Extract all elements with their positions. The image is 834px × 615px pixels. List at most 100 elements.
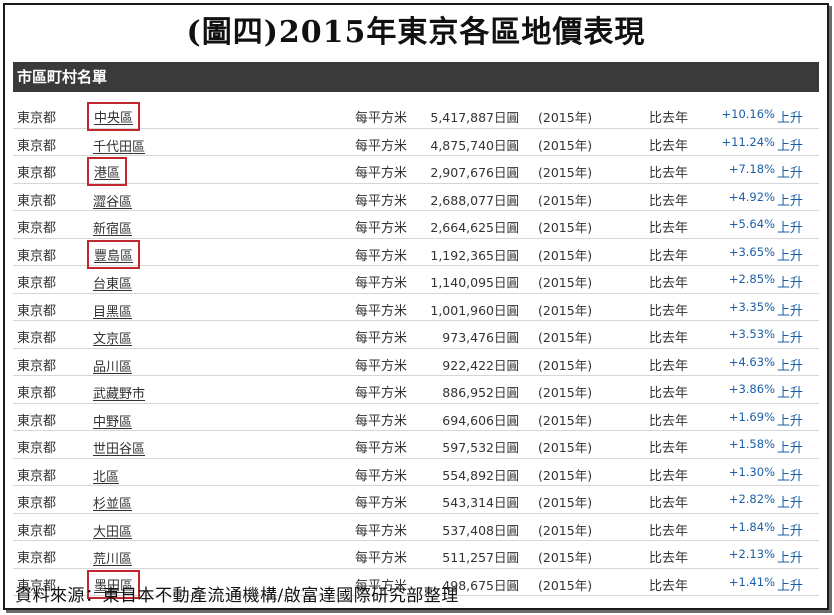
district-link[interactable]: 品川區 xyxy=(89,355,136,376)
prefecture-cell: 東京都 xyxy=(17,496,57,511)
compare-label: 比去年 xyxy=(649,248,689,264)
district-link[interactable]: 杉並區 xyxy=(89,492,136,513)
year-cell: (2015年) xyxy=(538,467,593,483)
change-percent: +3.86% xyxy=(728,382,775,396)
district-link[interactable]: 文京區 xyxy=(89,327,136,348)
trend-link[interactable]: 上升 xyxy=(777,217,803,236)
year-cell: (2015年) xyxy=(538,302,593,318)
compare-label: 比去年 xyxy=(649,111,689,126)
compare-label: 比去年 xyxy=(649,276,689,291)
price-cell: 4,875,740日圓 xyxy=(430,137,519,153)
year-cell: (2015年) xyxy=(538,522,593,538)
change-percent: +7.18% xyxy=(728,162,775,176)
unit-label: 每平方米 xyxy=(355,193,408,209)
prefecture-cell: 東京都 xyxy=(17,331,57,346)
table-row: 東京都 目黑區 每平方米 1,001,960日圓 (2015年) 比去年 +3.35% 上升 xyxy=(13,294,819,321)
district-link[interactable]: 千代田區 xyxy=(89,135,149,156)
district-link[interactable]: 豐島區 xyxy=(86,239,141,269)
change-percent: +11.24% xyxy=(721,134,776,149)
unit-label: 每平方米 xyxy=(355,166,408,181)
trend-link[interactable]: 上升 xyxy=(777,107,803,126)
table-row: 東京都 港區 每平方米 2,907,676日圓 (2015年) 比去年 +7.18% 上升 xyxy=(13,156,819,186)
trend-link[interactable]: 上升 xyxy=(777,437,803,456)
district-link[interactable]: 台東區 xyxy=(89,272,136,293)
price-cell: 2,688,077日圓 xyxy=(430,192,519,208)
compare-label: 比去年 xyxy=(649,551,689,566)
year-cell: (2015年) xyxy=(538,220,593,235)
table-row: 東京都 中央區 每平方米 5,417,887日圓 (2015年) 比去年 +10.16% 上升 xyxy=(13,101,819,131)
year-cell: (2015年) xyxy=(538,495,593,510)
list-header: 市區町村名單 xyxy=(13,62,819,92)
price-cell: 973,476日圓 xyxy=(442,330,519,345)
price-cell: 922,422日圓 xyxy=(442,357,519,373)
district-link[interactable]: 新宿區 xyxy=(89,217,136,238)
district-link[interactable]: 武藏野市 xyxy=(89,382,149,403)
trend-link[interactable]: 上升 xyxy=(777,355,803,374)
change-percent: +2.13% xyxy=(728,547,775,561)
unit-label: 每平方米 xyxy=(355,441,408,456)
table-row: 東京都 北區 每平方米 554,892日圓 (2015年) 比去年 +1.30% 上升 xyxy=(13,459,819,486)
unit-label: 每平方米 xyxy=(355,386,408,401)
district-link[interactable]: 大田區 xyxy=(89,520,136,541)
district-link[interactable]: 港區 xyxy=(86,157,128,186)
district-link[interactable]: 澀谷區 xyxy=(89,190,136,211)
trend-link[interactable]: 上升 xyxy=(777,190,803,209)
trend-link[interactable]: 上升 xyxy=(777,382,803,401)
prefecture-cell: 東京都 xyxy=(17,221,57,236)
prefecture-cell: 東京都 xyxy=(17,138,57,154)
trend-link[interactable]: 上升 xyxy=(777,327,803,346)
change-percent: +1.30% xyxy=(728,464,775,479)
district-link[interactable]: 世田谷區 xyxy=(89,437,149,458)
district-link[interactable]: 北區 xyxy=(89,465,123,486)
district-link[interactable]: 中野區 xyxy=(89,410,136,431)
unit-label: 每平方米 xyxy=(355,468,408,484)
prefecture-cell: 東京都 xyxy=(17,111,57,126)
compare-label: 比去年 xyxy=(649,193,689,209)
trend-link[interactable]: 上升 xyxy=(777,492,803,511)
trend-link[interactable]: 上升 xyxy=(777,300,803,319)
trend-link[interactable]: 上升 xyxy=(777,272,803,291)
figure-title: (圖四)2015年東京各區地價表現 xyxy=(186,15,646,50)
unit-label: 每平方米 xyxy=(355,138,408,154)
price-cell: 537,408日圓 xyxy=(442,522,519,538)
change-percent: +1.58% xyxy=(728,437,775,451)
price-cell: 5,417,887日圓 xyxy=(430,110,519,125)
unit-label: 每平方米 xyxy=(355,221,408,236)
prefecture-cell: 東京都 xyxy=(17,248,57,264)
unit-label: 每平方米 xyxy=(355,276,408,291)
trend-link[interactable]: 上升 xyxy=(777,575,803,594)
prefecture-cell: 東京都 xyxy=(17,358,57,374)
trend-link[interactable]: 上升 xyxy=(777,245,803,264)
trend-link[interactable]: 上升 xyxy=(777,410,803,429)
change-percent: +1.41% xyxy=(728,574,775,589)
district-link[interactable]: 目黑區 xyxy=(89,300,136,321)
compare-label: 比去年 xyxy=(649,496,689,511)
table-row: 東京都 文京區 每平方米 973,476日圓 (2015年) 比去年 +3.53% 上升 xyxy=(13,321,819,349)
price-cell: 543,314日圓 xyxy=(442,495,519,510)
compare-label: 比去年 xyxy=(649,413,689,429)
trend-link[interactable]: 上升 xyxy=(777,465,803,484)
district-link[interactable]: 中央區 xyxy=(86,102,141,131)
compare-label: 比去年 xyxy=(649,468,689,484)
trend-link[interactable]: 上升 xyxy=(777,520,803,539)
price-cell: 2,907,676日圓 xyxy=(430,165,519,180)
price-list: 東京都 中央區 每平方米 5,417,887日圓 (2015年) 比去年 +10.16% 上升… xyxy=(13,101,819,599)
table-row: 東京都 世田谷區 每平方米 597,532日圓 (2015年) 比去年 +1.58% 上升 xyxy=(13,431,819,459)
trend-link[interactable]: 上升 xyxy=(777,547,803,566)
unit-label: 每平方米 xyxy=(355,248,408,264)
unit-label: 每平方米 xyxy=(355,523,408,539)
change-percent: +5.64% xyxy=(728,217,775,231)
unit-label: 每平方米 xyxy=(355,496,408,511)
unit-label: 每平方米 xyxy=(355,331,408,346)
price-cell: 1,192,365日圓 xyxy=(430,247,519,263)
table-row: 東京都 武藏野市 每平方米 886,952日圓 (2015年) 比去年 +3.86% 上升 xyxy=(13,376,819,404)
district-link[interactable]: 荒川區 xyxy=(89,547,136,568)
year-cell: (2015年) xyxy=(538,137,593,153)
year-cell: (2015年) xyxy=(538,275,593,290)
year-cell: (2015年) xyxy=(538,330,593,345)
trend-link[interactable]: 上升 xyxy=(777,135,803,154)
year-cell: (2015年) xyxy=(538,577,593,593)
trend-link[interactable]: 上升 xyxy=(777,162,803,181)
prefecture-cell: 東京都 xyxy=(17,303,57,319)
year-cell: (2015年) xyxy=(538,247,593,263)
